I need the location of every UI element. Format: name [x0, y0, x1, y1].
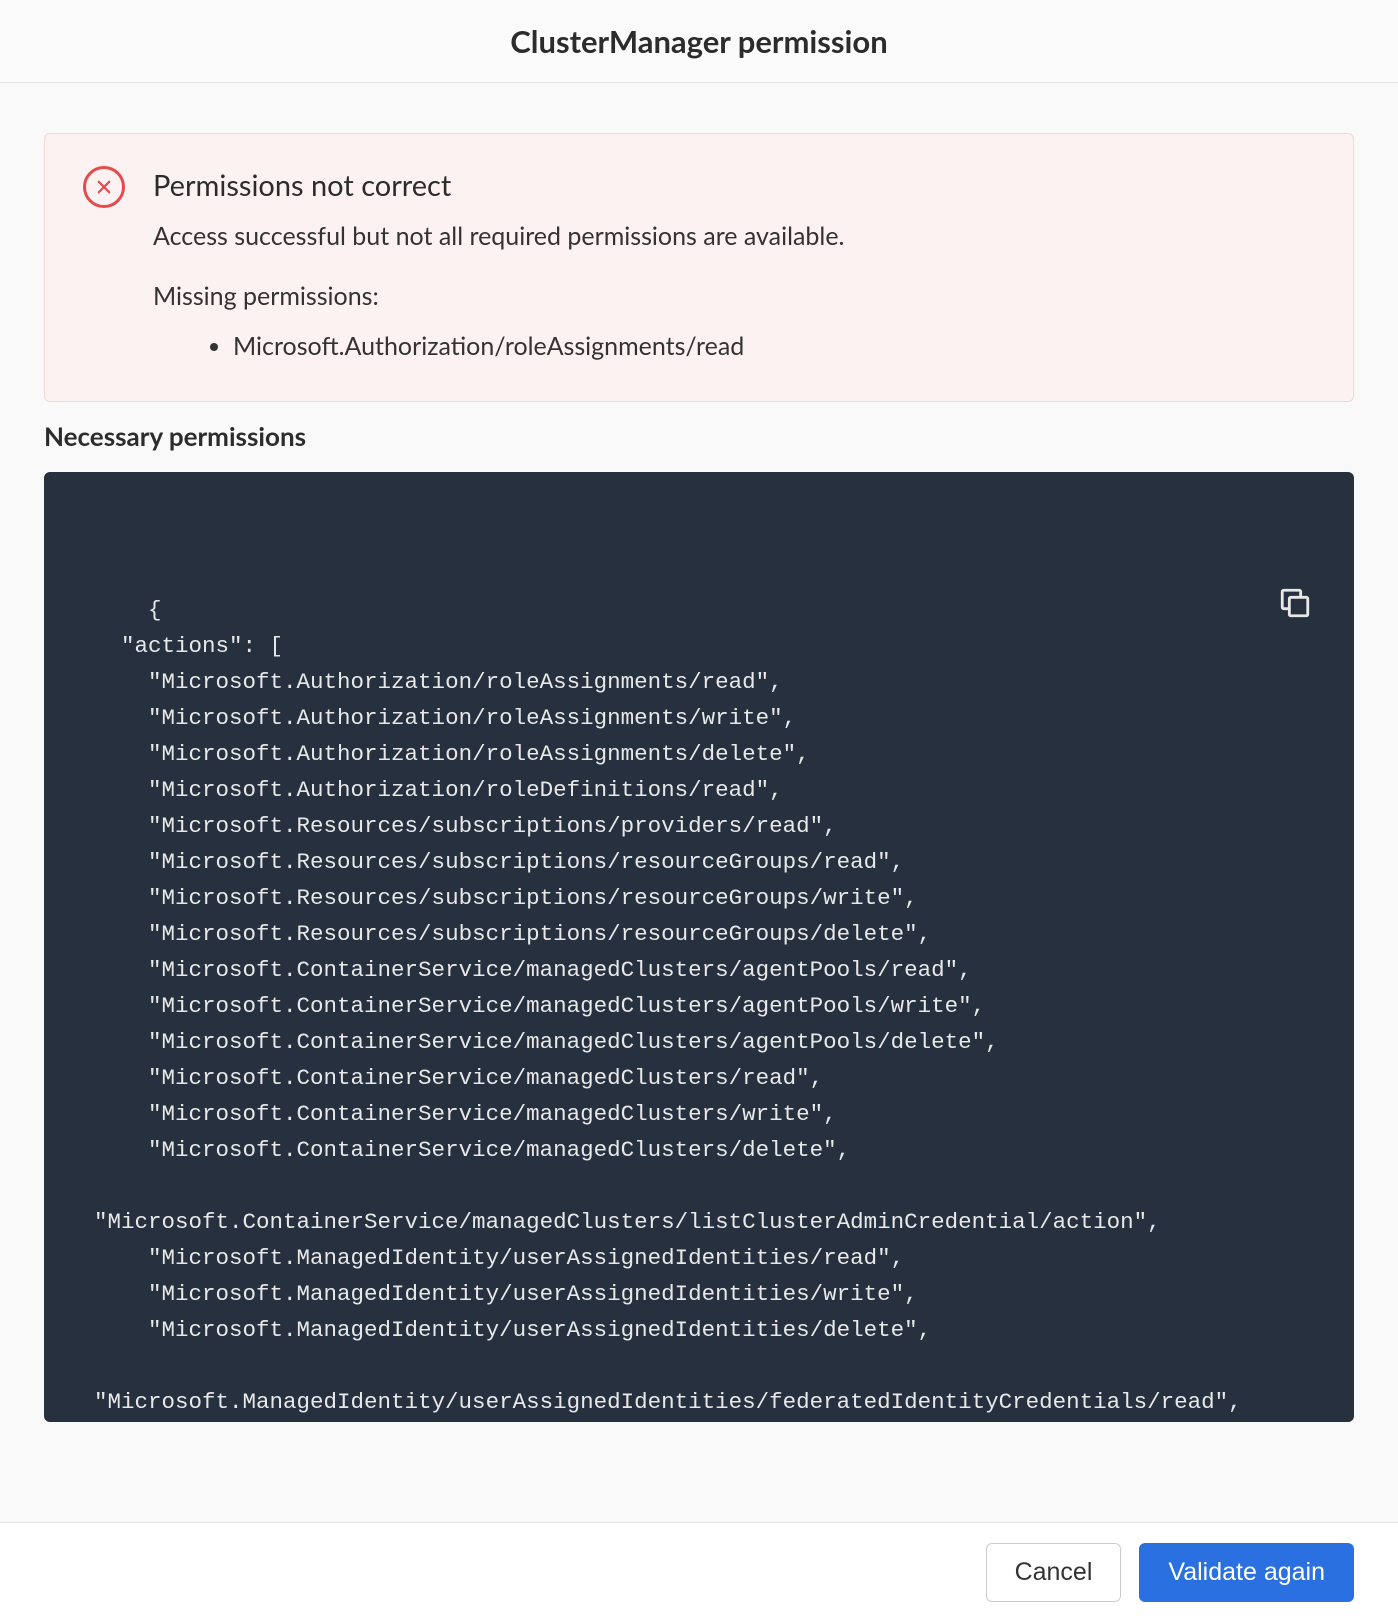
- copy-button[interactable]: [1278, 514, 1312, 548]
- alert-title: Permissions not correct: [153, 168, 1315, 203]
- validate-again-button[interactable]: Validate again: [1139, 1543, 1354, 1602]
- code-content: { "actions": [ "Microsoft.Authorization/…: [94, 597, 1242, 1415]
- cancel-button[interactable]: Cancel: [986, 1543, 1122, 1602]
- necessary-permissions-heading: Necessary permissions: [44, 420, 1354, 452]
- missing-permissions-list: Microsoft.Authorization/roleAssignments/…: [153, 331, 1315, 361]
- missing-permissions-label: Missing permissions:: [153, 281, 1315, 311]
- missing-permission-item: Microsoft.Authorization/roleAssignments/…: [233, 331, 1315, 361]
- dialog-footer: Cancel Validate again: [0, 1522, 1398, 1622]
- permissions-code-block[interactable]: { "actions": [ "Microsoft.Authorization/…: [44, 472, 1354, 1422]
- error-alert: Permissions not correct Access successfu…: [44, 133, 1354, 402]
- dialog-content: Permissions not correct Access successfu…: [0, 83, 1398, 1542]
- dialog-header: ClusterManager permission: [0, 0, 1398, 83]
- dialog-title: ClusterManager permission: [0, 22, 1398, 60]
- error-icon: [83, 166, 125, 208]
- alert-message: Access successful but not all required p…: [153, 221, 1315, 251]
- alert-body: Permissions not correct Access successfu…: [153, 164, 1315, 361]
